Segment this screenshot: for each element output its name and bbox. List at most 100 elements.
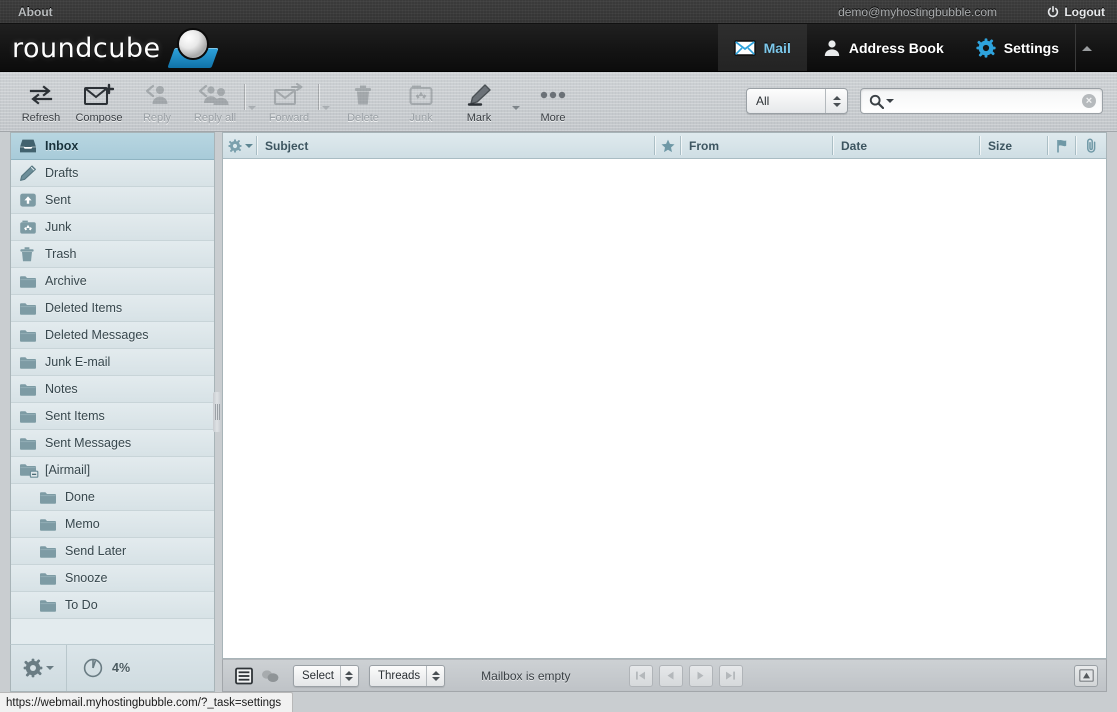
refresh-button[interactable]: Refresh bbox=[12, 76, 70, 128]
reply-label: Reply bbox=[142, 112, 172, 124]
compose-button[interactable]: Compose bbox=[70, 76, 128, 128]
folder-item-sent-messages[interactable]: Sent Messages bbox=[11, 430, 214, 457]
stepper-icon bbox=[339, 665, 358, 686]
reply-button[interactable]: Reply bbox=[128, 76, 186, 128]
preview-pane-toggle[interactable] bbox=[1074, 664, 1098, 687]
prev-page-button[interactable] bbox=[658, 664, 683, 687]
tab-mail-label: Mail bbox=[763, 40, 791, 56]
folder-item-drafts[interactable]: Drafts bbox=[11, 160, 214, 187]
folder-icon bbox=[39, 598, 65, 613]
last-page-button[interactable] bbox=[718, 664, 743, 687]
mark-dropdown[interactable] bbox=[508, 76, 524, 128]
column-header-attachment[interactable] bbox=[1076, 133, 1106, 158]
browser-status-bar: https://webmail.myhostingbubble.com/?_ta… bbox=[0, 692, 293, 712]
column-header-subject[interactable]: Subject bbox=[257, 133, 655, 158]
pagination-controls bbox=[628, 664, 743, 687]
search-icon[interactable] bbox=[869, 94, 894, 109]
folder-item-archive[interactable]: Archive bbox=[11, 268, 214, 295]
column-header-from[interactable]: From bbox=[681, 133, 833, 158]
folder-item-label: Done bbox=[65, 490, 95, 504]
folder-item-snooze[interactable]: Snooze bbox=[11, 565, 214, 592]
about-link[interactable]: About bbox=[10, 0, 61, 24]
folder-item-send-later[interactable]: Send Later bbox=[11, 538, 214, 565]
folder-item-label: Sent bbox=[45, 193, 71, 207]
folder-item-notes[interactable]: Notes bbox=[11, 376, 214, 403]
clear-search-icon[interactable]: × bbox=[1082, 94, 1096, 108]
folder-icon bbox=[39, 490, 65, 505]
tab-address-book[interactable]: Address Book bbox=[807, 24, 960, 71]
folder-item-deleted-messages[interactable]: Deleted Messages bbox=[11, 322, 214, 349]
folder-options-button[interactable] bbox=[11, 645, 67, 691]
stepper-icon bbox=[426, 665, 444, 686]
refresh-icon bbox=[28, 82, 54, 108]
folder-item-sent-items[interactable]: Sent Items bbox=[11, 403, 214, 430]
threads-dropdown[interactable]: Threads bbox=[368, 664, 446, 687]
folder-icon bbox=[19, 328, 45, 343]
delete-button[interactable]: Delete bbox=[334, 76, 392, 128]
drafts-icon bbox=[19, 165, 45, 181]
folder-icon bbox=[19, 409, 45, 424]
message-list-body[interactable] bbox=[223, 159, 1106, 658]
reply-all-button[interactable]: Reply all bbox=[186, 76, 244, 128]
folder-item-label: Sent Messages bbox=[45, 436, 132, 450]
top-taskbar: About demo@myhostingbubble.com Logout bbox=[0, 0, 1117, 24]
folder-item-trash[interactable]: Trash bbox=[11, 241, 214, 268]
logout-button[interactable]: Logout bbox=[1047, 0, 1105, 24]
column-header-flag[interactable] bbox=[1048, 133, 1076, 158]
column-from-label: From bbox=[689, 138, 719, 153]
header-collapse-button[interactable] bbox=[1075, 24, 1097, 71]
refresh-label: Refresh bbox=[21, 112, 61, 124]
reply-all-dropdown[interactable] bbox=[244, 76, 260, 128]
more-button[interactable]: More bbox=[524, 76, 582, 128]
chevron-up-icon bbox=[1081, 45, 1092, 51]
more-dots-icon bbox=[539, 82, 567, 108]
forward-icon bbox=[274, 82, 304, 108]
list-view-icon[interactable] bbox=[231, 664, 257, 688]
folder-item-junk-e-mail[interactable]: Junk E-mail bbox=[11, 349, 214, 376]
folder-item-sent[interactable]: Sent bbox=[11, 187, 214, 214]
column-date-label: Date bbox=[841, 138, 868, 153]
folder-icon bbox=[19, 301, 45, 316]
tab-settings[interactable]: Settings bbox=[960, 24, 1075, 71]
next-page-button[interactable] bbox=[688, 664, 713, 687]
folder-item-airmail[interactable]: [Airmail] bbox=[11, 457, 214, 484]
select-dropdown[interactable]: Select bbox=[293, 664, 359, 687]
folder-item-inbox[interactable]: Inbox bbox=[11, 133, 214, 160]
column-header-size[interactable]: Size bbox=[980, 133, 1048, 158]
folder-item-done[interactable]: Done bbox=[11, 484, 214, 511]
marker-icon bbox=[465, 82, 493, 108]
forward-button[interactable]: Forward bbox=[260, 76, 318, 128]
more-label: More bbox=[540, 112, 566, 124]
envelope-icon bbox=[733, 40, 756, 56]
mark-button[interactable]: Mark bbox=[450, 76, 508, 128]
search-scope-select[interactable]: All bbox=[746, 88, 848, 114]
search-input[interactable] bbox=[894, 90, 1102, 112]
folder-icon bbox=[19, 436, 45, 451]
folder-item-deleted-items[interactable]: Deleted Items bbox=[11, 295, 214, 322]
message-list-header: Subject From Date Size bbox=[223, 133, 1106, 159]
quota-indicator[interactable]: 4% bbox=[67, 658, 130, 678]
app-header: roundcube Mail Address Book Settings bbox=[0, 24, 1117, 72]
column-header-star[interactable] bbox=[655, 133, 681, 158]
search-box[interactable]: × bbox=[860, 88, 1103, 114]
chevron-down-icon bbox=[512, 106, 520, 110]
folder-item-junk[interactable]: Junk bbox=[11, 214, 214, 241]
tab-mail[interactable]: Mail bbox=[717, 24, 807, 71]
panel-splitter[interactable] bbox=[213, 392, 221, 432]
column-header-date[interactable]: Date bbox=[833, 133, 980, 158]
folder-item-label: Junk bbox=[45, 220, 72, 234]
folder-item-memo[interactable]: Memo bbox=[11, 511, 214, 538]
sent-icon bbox=[19, 192, 45, 208]
first-page-button[interactable] bbox=[628, 664, 653, 687]
logout-label: Logout bbox=[1064, 5, 1105, 19]
junk-button[interactable]: Junk bbox=[392, 76, 450, 128]
conversation-view-icon[interactable] bbox=[257, 664, 283, 688]
paperclip-icon bbox=[1085, 138, 1098, 153]
junk-icon bbox=[409, 82, 433, 108]
list-options-button[interactable] bbox=[223, 133, 257, 158]
reply-all-icon bbox=[198, 82, 232, 108]
chevron-down-icon bbox=[248, 106, 256, 110]
folder-item-to-do[interactable]: To Do bbox=[11, 592, 214, 619]
mailbox-status-label: Mailbox is empty bbox=[481, 668, 571, 683]
forward-dropdown[interactable] bbox=[318, 76, 334, 128]
